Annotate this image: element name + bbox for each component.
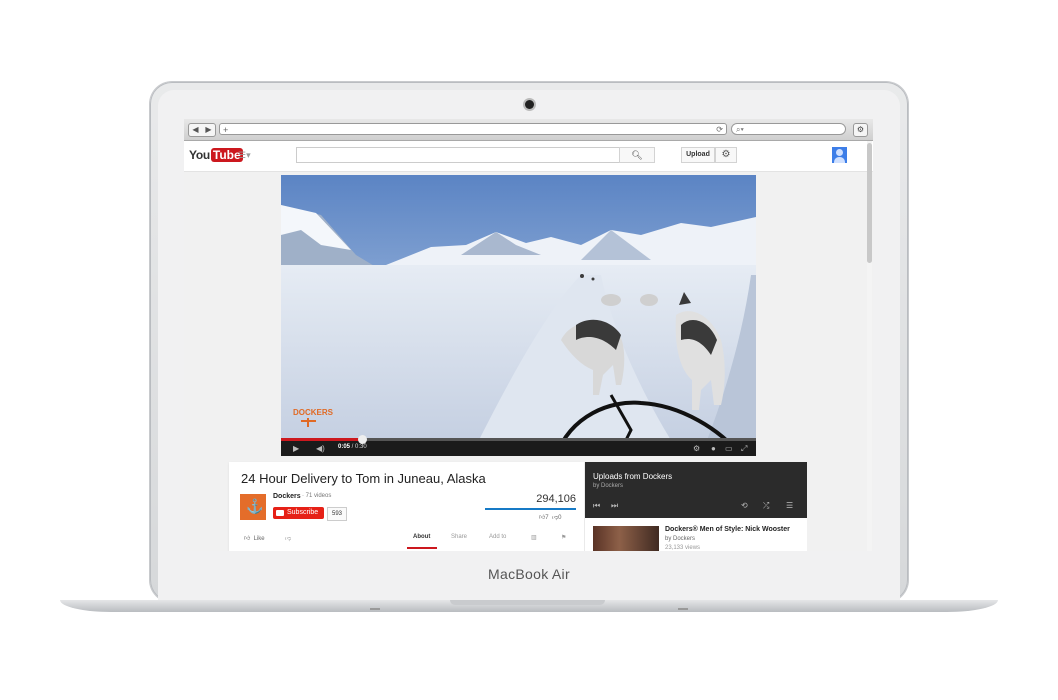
browser-nav-buttons: ◀ ▶ <box>188 123 216 137</box>
laptop-notch <box>450 600 605 605</box>
video-frame-image: DOCKERS <box>281 175 756 456</box>
playlist-item-thumbnail[interactable] <box>593 526 659 551</box>
tab-share[interactable]: Share <box>451 534 467 540</box>
avatar[interactable] <box>832 147 847 163</box>
playlist-menu-icon[interactable]: ☰ <box>786 501 793 510</box>
gear-icon: ⚙ <box>721 149 731 160</box>
reload-icon[interactable]: ⟳ <box>716 124 723 136</box>
playlist-item-owner[interactable]: by Dockers <box>665 536 695 542</box>
video-player[interactable]: DOCKERS <box>281 175 756 456</box>
view-count: 294,106 <box>536 493 576 505</box>
channel-avatar[interactable] <box>240 494 266 520</box>
laptop-brand-label: MacBook Air <box>488 566 570 582</box>
gear-icon: ⚙ <box>856 125 865 134</box>
laptop-foot <box>370 608 380 610</box>
progress-knob[interactable] <box>357 435 367 444</box>
youtube-header: You Tube ☰▾ 🔍︎ Upload ⚙ <box>184 141 873 172</box>
playlist-header: Uploads from Dockers by Dockers ⏮ ⏭ ⟲ ⤮ … <box>585 462 807 518</box>
progress-played <box>281 438 362 441</box>
browser-menu-button[interactable]: ⚙ <box>853 123 868 137</box>
youtube-logo[interactable]: You Tube <box>189 147 243 163</box>
subscriber-count: 593 <box>327 507 347 521</box>
browser-search-input[interactable]: ⌕▾ <box>731 123 846 135</box>
dislike-button[interactable]: 👎︎ <box>285 534 291 542</box>
playlist-panel: Uploads from Dockers by Dockers ⏮ ⏭ ⟲ ⤮ … <box>585 462 807 551</box>
channel-name[interactable]: Dockers <box>273 493 301 500</box>
new-tab-icon[interactable]: + <box>223 125 228 135</box>
like-button[interactable]: 👍︎ Like <box>244 534 265 542</box>
previous-icon[interactable]: ⏮ <box>593 501 600 511</box>
duration: 0:30 <box>355 444 367 450</box>
volume-icon[interactable]: ◀) <box>316 444 325 453</box>
forward-button[interactable]: ▶ <box>202 124 215 136</box>
address-bar[interactable]: + ⟳ <box>219 123 727 135</box>
annotations-icon[interactable]: ● <box>711 444 716 453</box>
playlist-item-views: 23,133 views <box>665 545 701 551</box>
scrollbar-thumb[interactable] <box>867 143 872 263</box>
channel-video-count[interactable]: · 71 videos <box>302 493 331 499</box>
youtube-icon <box>276 510 284 516</box>
flag-icon[interactable]: ⚑ <box>561 534 566 541</box>
current-time: 0:05 <box>338 444 351 450</box>
dockers-watermark: DOCKERS <box>293 408 334 417</box>
thumbs-up-icon: 👍︎ <box>244 536 251 542</box>
progress-bar[interactable] <box>281 435 756 444</box>
settings-button[interactable]: ⚙ <box>715 147 737 163</box>
video-title: 24 Hour Delivery to Tom in Juneau, Alask… <box>241 471 486 486</box>
like-count: 7 <box>545 515 549 521</box>
screen: ◀ ▶ + ⟳ ⌕▾ ⚙ You Tube ☰▾ 🔍︎ Upload ⚙ DOC… <box>184 119 873 551</box>
subscribe-button[interactable]: Subscribe <box>273 507 324 519</box>
back-button[interactable]: ◀ <box>189 124 202 136</box>
play-icon[interactable]: ▶ <box>293 444 299 453</box>
time-display: 0:05 / 0:30 <box>338 444 367 450</box>
search-icon: 🔍︎ <box>631 150 643 160</box>
video-info-panel: 24 Hour Delivery to Tom in Juneau, Alask… <box>229 462 584 551</box>
tab-about[interactable]: About <box>413 534 430 540</box>
shuffle-icon[interactable]: ⤮ <box>763 501 769 511</box>
player-controls: ▶ ◀) 0:05 / 0:30 ⚙ ● ▭ ⤢ <box>281 435 756 456</box>
dislike-count: 0 <box>558 515 562 521</box>
settings-icon[interactable]: ⚙ <box>693 444 700 453</box>
laptop-foot <box>678 608 688 610</box>
upload-button[interactable]: Upload <box>681 147 715 163</box>
next-icon[interactable]: ⏭ <box>611 501 618 511</box>
camera-icon <box>525 100 534 109</box>
active-tab-indicator <box>407 547 437 549</box>
scrollbar[interactable] <box>867 141 872 551</box>
playlist-item-title[interactable]: Dockers® Men of Style: Nick Wooster <box>665 526 790 533</box>
stats-icon[interactable]: ▥ <box>531 534 537 541</box>
like-dislike-counts: 👍︎7 👎︎0 <box>539 513 561 521</box>
search-input[interactable] <box>296 147 620 163</box>
browser-toolbar: ◀ ▶ + ⟳ ⌕▾ ⚙ <box>184 119 873 141</box>
like-label: Like <box>253 536 265 542</box>
playlist-owner[interactable]: by Dockers <box>593 483 623 489</box>
guide-menu-icon[interactable]: ☰▾ <box>238 150 251 161</box>
thumbs-down-icon: 👎︎ <box>285 536 292 542</box>
playlist-title[interactable]: Uploads from Dockers <box>593 472 672 481</box>
like-ratio-bar <box>485 508 576 510</box>
tab-add-to[interactable]: Add to <box>489 534 506 540</box>
search-icon: ⌕▾ <box>736 125 744 134</box>
fullscreen-icon[interactable]: ⤢ <box>741 444 747 454</box>
theater-icon[interactable]: ▭ <box>725 444 733 453</box>
search-button[interactable]: 🔍︎ <box>619 147 655 163</box>
logo-you: You <box>189 148 210 162</box>
subscribe-label: Subscribe <box>287 509 319 516</box>
repeat-icon[interactable]: ⟲ <box>741 501 748 510</box>
